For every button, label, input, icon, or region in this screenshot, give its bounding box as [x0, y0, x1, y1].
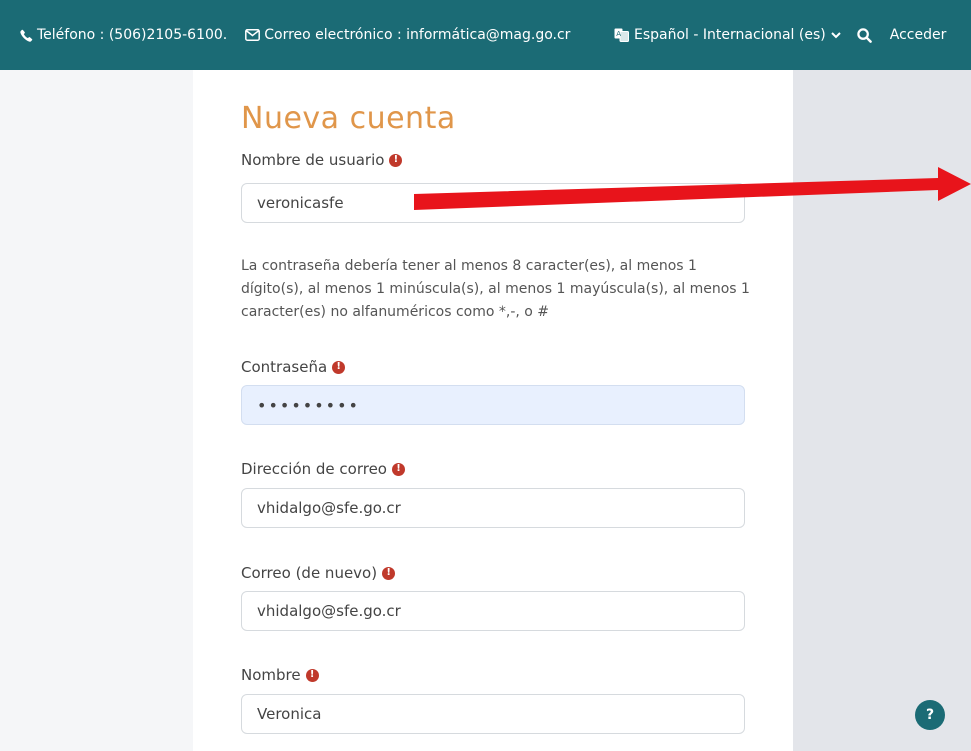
language-label: Español - Internacional (es) — [634, 27, 826, 43]
email-confirm-label: Correo (de nuevo) ! — [241, 563, 396, 583]
required-icon: ! — [382, 566, 396, 580]
firstname-label-text: Nombre — [241, 666, 301, 684]
email-label: Dirección de correo ! — [241, 459, 405, 479]
password-label-text: Contraseña — [241, 358, 328, 376]
contact-info: Teléfono : (506)2105-6100. Correo electr… — [20, 27, 570, 43]
help-icon: ? — [925, 707, 935, 723]
search-button[interactable] — [857, 27, 872, 43]
password-label: Contraseña ! — [241, 357, 346, 377]
username-input[interactable] — [241, 183, 745, 223]
phone-text: Teléfono : (506)2105-6100. — [37, 27, 228, 43]
page-title: Nueva cuenta — [241, 101, 456, 136]
required-icon: ! — [332, 360, 346, 374]
page-background-right — [793, 70, 971, 751]
username-label: Nombre de usuario ! — [241, 150, 403, 170]
firstname-label: Nombre ! — [241, 665, 319, 685]
language-selector[interactable]: A Español - Internacional (es) — [614, 27, 841, 43]
search-icon — [857, 27, 872, 43]
email-input[interactable] — [241, 488, 745, 528]
required-icon: ! — [389, 153, 403, 167]
envelope-icon — [245, 27, 261, 43]
required-icon: ! — [392, 462, 405, 476]
help-button[interactable]: ? — [915, 700, 945, 730]
email-text: Correo electrónico : informática@mag.go.… — [264, 27, 571, 43]
page-background-left — [0, 70, 193, 751]
top-navbar: Teléfono : (506)2105-6100. Correo electr… — [0, 0, 971, 70]
language-icon: A — [614, 27, 629, 43]
password-input[interactable] — [241, 385, 745, 425]
svg-text:A: A — [616, 30, 621, 38]
phone-icon — [20, 27, 33, 43]
topbar-actions: A Español - Internacional (es) Acceder — [614, 27, 946, 43]
email-confirm-input[interactable] — [241, 591, 745, 631]
email-label-text: Dirección de correo — [241, 460, 387, 478]
login-link[interactable]: Acceder — [890, 27, 947, 43]
required-icon: ! — [305, 668, 319, 682]
password-policy-text: La contraseña debería tener al menos 8 c… — [241, 258, 750, 320]
firstname-input[interactable] — [241, 694, 745, 734]
chevron-down-icon — [831, 27, 841, 43]
username-label-text: Nombre de usuario — [241, 151, 385, 169]
email-confirm-label-text: Correo (de nuevo) — [241, 564, 378, 582]
